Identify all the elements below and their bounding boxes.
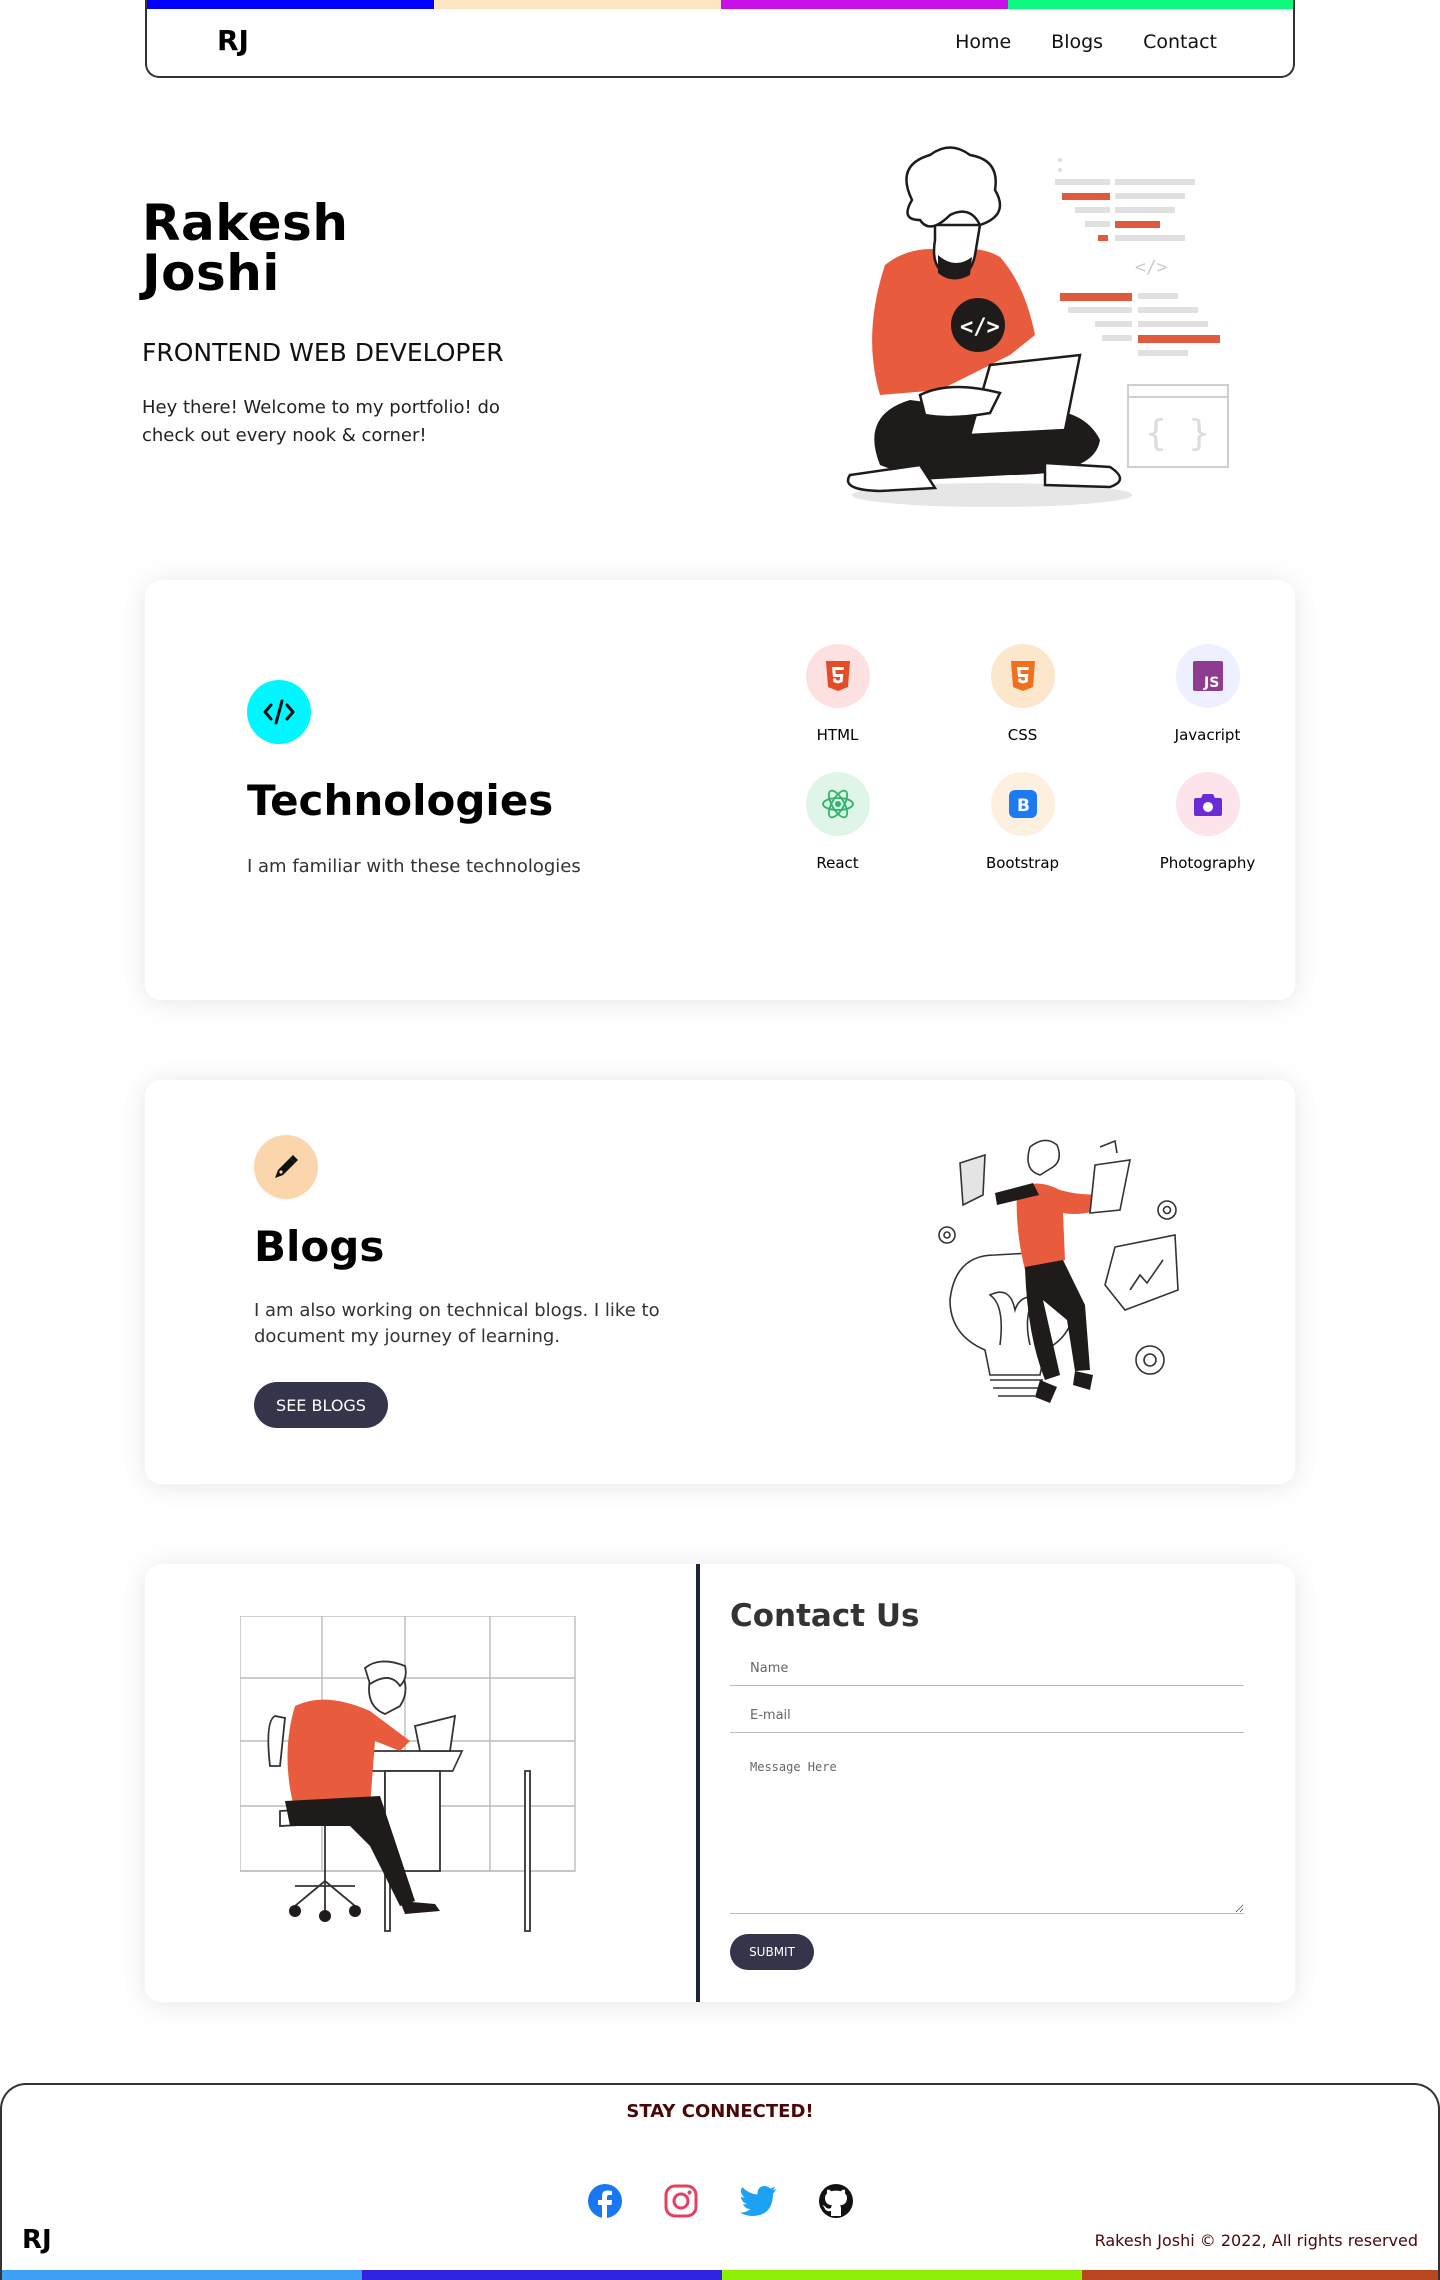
contact-card: Contact Us SUBMIT — [145, 1564, 1295, 2002]
hero-name: Rakesh Joshi — [142, 198, 348, 298]
contact-title: Contact Us — [730, 1598, 920, 1634]
hero-description: Hey there! Welcome to my portfolio! do c… — [142, 397, 500, 446]
submit-button[interactable]: SUBMIT — [730, 1934, 814, 1970]
tech-label-javascript: Javacript — [1174, 726, 1241, 744]
tech-label-react: React — [816, 854, 859, 872]
nav-logo[interactable]: RJ — [217, 24, 249, 57]
navbar: RJ Home Blogs Contact — [145, 0, 1295, 78]
footer: STAY CONNECTED! RJ Rakesh Joshi © 2022, … — [0, 2083, 1440, 2280]
nav-links: Home Blogs Contact — [955, 31, 1217, 53]
technologies-grid: HTML CSS JS Javacript React B Bootstrap — [745, 644, 1255, 872]
footer-stripe-indigo — [362, 2270, 722, 2280]
technologies-title: Technologies — [247, 776, 554, 825]
tech-label-html: HTML — [816, 726, 859, 744]
html5-icon — [805, 644, 870, 708]
see-blogs-button[interactable]: SEE BLOGS — [254, 1382, 388, 1428]
tech-label-bootstrap: Bootstrap — [985, 854, 1060, 872]
technologies-subtitle: I am familiar with these technologies — [247, 856, 581, 877]
tech-item-bootstrap: B Bootstrap — [930, 772, 1115, 872]
tech-item-photography: Photography — [1115, 772, 1300, 872]
tech-item-react: React — [745, 772, 930, 872]
nav-stripe-green — [1008, 0, 1293, 9]
nav-link-home[interactable]: Home — [955, 31, 1011, 53]
svg-text:{ }: { } — [1145, 413, 1210, 454]
technologies-card: Technologies I am familiar with these te… — [145, 580, 1295, 1000]
tech-item-javascript: JS Javacript — [1115, 644, 1300, 744]
blogs-card: Blogs I am also working on technical blo… — [145, 1080, 1295, 1484]
tech-label-photography: Photography — [1159, 854, 1256, 872]
working-at-desk-illustration — [240, 1616, 576, 1932]
svg-text:JS: JS — [1203, 675, 1219, 691]
blogger-illustration — [938, 1139, 1179, 1403]
footer-logo[interactable]: RJ — [22, 2225, 52, 2255]
twitter-icon[interactable] — [738, 2181, 778, 2221]
message-field[interactable] — [730, 1744, 1244, 1914]
hero-role: FRONTEND WEB DEVELOPER — [142, 338, 504, 367]
tech-label-css: CSS — [1007, 726, 1038, 744]
blogs-description: I am also working on technical blogs. I … — [254, 1300, 660, 1347]
facebook-icon[interactable] — [585, 2181, 625, 2221]
tech-item-html: HTML — [745, 644, 930, 744]
contact-divider — [696, 1564, 700, 2002]
svg-text:B: B — [1017, 796, 1030, 816]
blogs-title: Blogs — [254, 1222, 385, 1271]
footer-copyright: Rakesh Joshi © 2022, All rights reserved — [1094, 2231, 1418, 2250]
pen-icon — [254, 1135, 318, 1199]
nav-link-blogs[interactable]: Blogs — [1051, 31, 1103, 53]
email-field[interactable] — [730, 1699, 1244, 1733]
camera-icon — [1175, 772, 1240, 836]
instagram-icon[interactable] — [661, 2181, 701, 2221]
nav-stripe-purple — [721, 0, 1008, 9]
footer-stripe-blue — [2, 2270, 362, 2280]
code-icon — [247, 680, 311, 744]
svg-text:</>: </> — [960, 315, 1000, 340]
tech-item-css: CSS — [930, 644, 1115, 744]
github-icon[interactable] — [816, 2181, 856, 2221]
svg-text:</>: </> — [1135, 257, 1168, 278]
nav-link-contact[interactable]: Contact — [1143, 31, 1217, 53]
developer-illustration: </> { } </> — [846, 146, 1229, 507]
react-icon — [805, 772, 870, 836]
footer-stripe-lime — [722, 2270, 1082, 2280]
bootstrap-icon: B — [990, 772, 1055, 836]
javascript-icon: JS — [1175, 644, 1240, 708]
nav-stripe-peach — [434, 0, 721, 9]
nav-stripe-blue — [147, 0, 434, 9]
hero-last-name: Joshi — [142, 244, 280, 302]
css3-icon — [990, 644, 1055, 708]
footer-stripe-rust — [1082, 2270, 1438, 2280]
name-field[interactable] — [730, 1652, 1244, 1686]
footer-heading: STAY CONNECTED! — [626, 2101, 814, 2122]
